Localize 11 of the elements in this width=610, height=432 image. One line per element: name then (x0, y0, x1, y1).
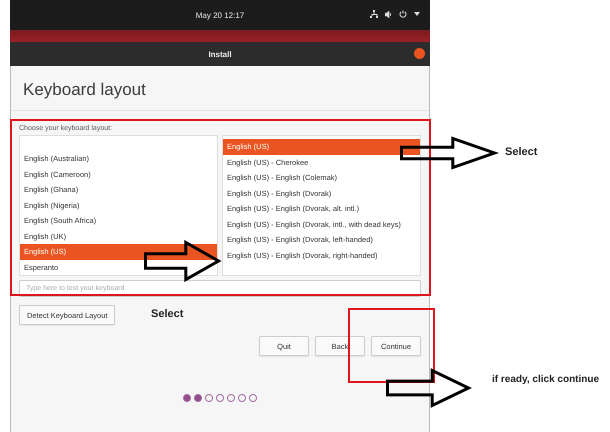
annotation-label: if ready, click continue (492, 374, 600, 385)
annotation-label: Select (151, 308, 184, 320)
window-title: Install (208, 50, 232, 58)
caret-icon[interactable] (414, 12, 420, 16)
clock: May 20 12:17 (196, 10, 244, 20)
annotation-label: Select (505, 146, 538, 158)
volume-icon[interactable] (385, 10, 392, 18)
power-icon[interactable] (399, 10, 407, 18)
network-icon[interactable] (370, 10, 378, 18)
page-heading: Keyboard layout (11, 66, 429, 111)
close-button[interactable] (414, 48, 425, 59)
